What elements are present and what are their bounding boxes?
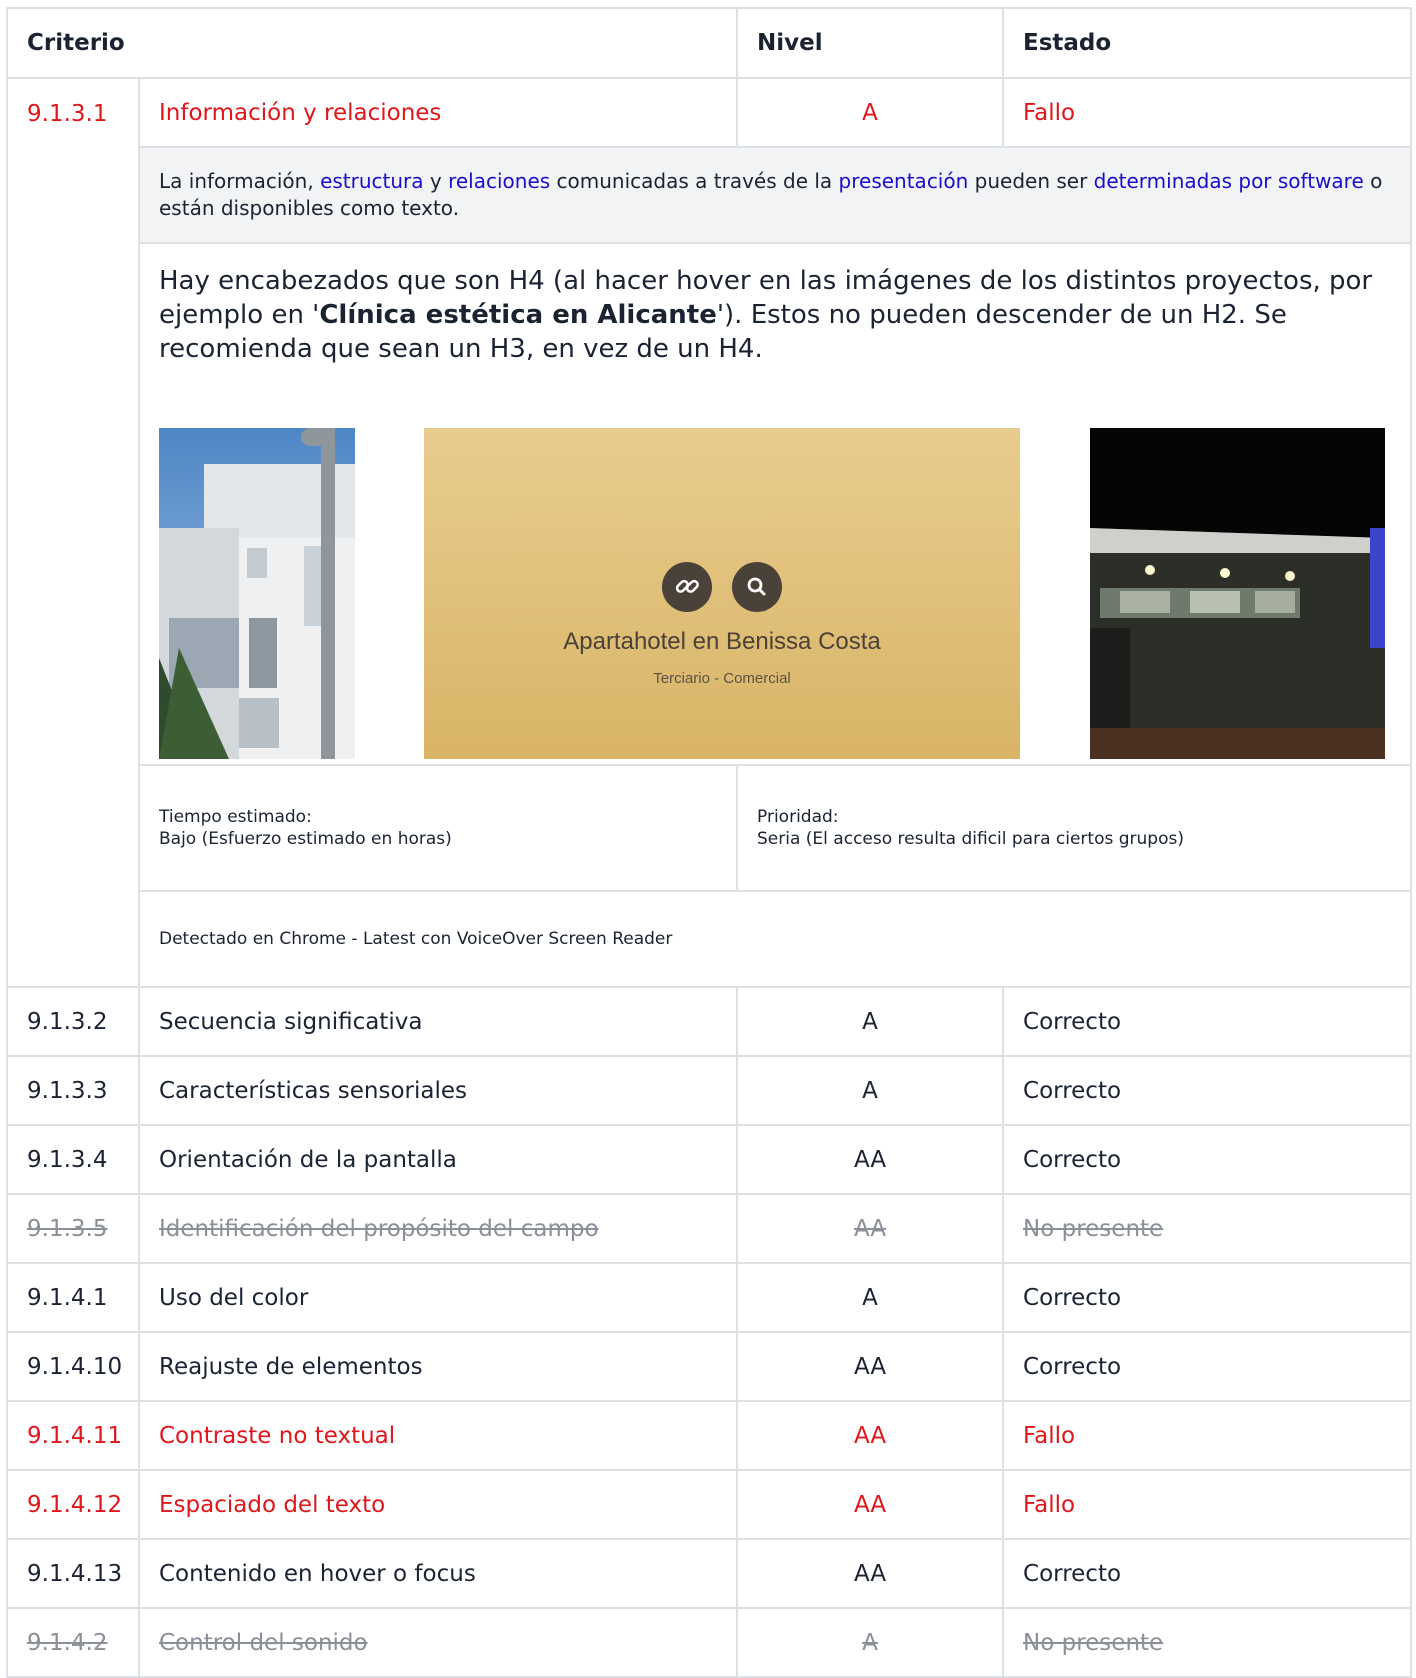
criterion-status: Fallo (1002, 77, 1413, 148)
table-header: Criterio Nivel Estado (5, 7, 1413, 79)
criterion-id: 9.1.3.1 (6, 77, 140, 988)
criterion-level: AA (736, 1400, 1005, 1471)
criterion-id: 9.1.3.3 (6, 1055, 140, 1126)
criterion-level: A (736, 1055, 1005, 1126)
desc-text: La información, (159, 169, 321, 193)
criterion-description: La información, estructura y relaciones … (137, 146, 1413, 244)
criterion-id: 9.1.3.2 (6, 986, 140, 1057)
criterion-name[interactable]: Características sensoriales (137, 1055, 739, 1126)
criteria-table-wrapper: Criterio Nivel Estado 9.1.3.1 Informació… (5, 7, 1413, 1678)
estimated-time-value: Bajo (Esfuerzo estimado en horas) (159, 829, 452, 849)
project-card-hover[interactable]: Apartahotel en Benissa Costa Terciario -… (424, 428, 1020, 759)
link-presentacion[interactable]: presentación (839, 169, 969, 193)
link-relaciones[interactable]: relaciones (448, 169, 550, 193)
table-row[interactable]: 9.1.4.1 Uso del color A Correcto (6, 1262, 1413, 1333)
criterion-name[interactable]: Información y relaciones (137, 77, 739, 148)
table-row[interactable]: 9.1.4.13 Contenido en hover o focus AA C… (6, 1538, 1413, 1609)
criterion-status: Correcto (1002, 1124, 1413, 1195)
header-criterio: Criterio (5, 7, 739, 79)
criterion-status: Fallo (1002, 1469, 1413, 1540)
detected-environment: Detectado en Chrome - Latest con VoiceOv… (137, 890, 1413, 988)
priority-label: Prioridad: (757, 807, 839, 827)
table-row[interactable]: 9.1.3.5 Identificación del propósito del… (6, 1193, 1413, 1264)
criterion-name[interactable]: Control del sonido (137, 1607, 739, 1678)
criterion-level: AA (736, 1331, 1005, 1402)
detail-text: Hay encabezados que son H4 (al hacer hov… (159, 264, 1391, 366)
criterion-name[interactable]: Uso del color (137, 1262, 739, 1333)
criterion-detail-row: Hay encabezados que son H4 (al hacer hov… (7, 242, 1413, 766)
criterion-meta-row: Tiempo estimado: Bajo (Esfuerzo estimado … (7, 764, 1413, 892)
criterion-env-row: Detectado en Chrome - Latest con VoiceOv… (7, 890, 1413, 988)
project-card-subtitle: Terciario - Comercial (653, 670, 791, 687)
criterion-level: A (736, 986, 1005, 1057)
table-row[interactable]: 9.1.4.11 Contraste no textual AA Fallo (6, 1400, 1413, 1471)
criterion-name[interactable]: Reajuste de elementos (137, 1331, 739, 1402)
table-row[interactable]: 9.1.3.2 Secuencia significativa A Correc… (6, 986, 1413, 1057)
criterion-id: 9.1.4.1 (6, 1262, 140, 1333)
estimated-time-label: Tiempo estimado: (159, 807, 312, 827)
criterion-id: 9.1.4.12 (6, 1469, 140, 1540)
criterion-level: AA (736, 1469, 1005, 1540)
criterion-status: Correcto (1002, 1055, 1413, 1126)
criterion-name[interactable]: Orientación de la pantalla (137, 1124, 739, 1195)
criterion-status: Correcto (1002, 1331, 1413, 1402)
table-row[interactable]: 9.1.4.12 Espaciado del texto AA Fallo (6, 1469, 1413, 1540)
criterion-description-row: La información, estructura y relaciones … (7, 146, 1413, 244)
desc-text: pueden ser (968, 169, 1094, 193)
estimated-time: Tiempo estimado: Bajo (Esfuerzo estimado … (137, 764, 739, 892)
criterion-level: A (736, 1262, 1005, 1333)
criterion-id: 9.1.4.11 (6, 1400, 140, 1471)
table-row-expanded[interactable]: 9.1.3.1 Información y relaciones A Fallo (6, 77, 1413, 988)
criterion-status: Correcto (1002, 1262, 1413, 1333)
criterion-status: No presente (1002, 1193, 1413, 1264)
link-determinadas-por-software[interactable]: determinadas por software (1094, 169, 1364, 193)
desc-text: comunicadas a través de la (550, 169, 839, 193)
table-row[interactable]: 9.1.3.4 Orientación de la pantalla AA Co… (6, 1124, 1413, 1195)
criterion-name[interactable]: Contenido en hover o focus (137, 1538, 739, 1609)
header-estado: Estado (1002, 7, 1413, 79)
criterion-id: 9.1.4.13 (6, 1538, 140, 1609)
project-card-title: Apartahotel en Benissa Costa (563, 628, 881, 655)
table-row[interactable]: 9.1.4.10 Reajuste de elementos AA Correc… (6, 1331, 1413, 1402)
criterion-level: AA (736, 1538, 1005, 1609)
criterion-name[interactable]: Secuencia significativa (137, 986, 739, 1057)
header-nivel: Nivel (736, 7, 1005, 79)
criterion-status: Correcto (1002, 986, 1413, 1057)
criterion-name[interactable]: Contraste no textual (137, 1400, 739, 1471)
table-row[interactable]: 9.1.3.3 Características sensoriales A Co… (6, 1055, 1413, 1126)
criteria-table: Criterio Nivel Estado 9.1.3.1 Informació… (5, 7, 1413, 1678)
criterion-level: A (736, 1607, 1005, 1678)
criterion-status: No presente (1002, 1607, 1413, 1678)
criterion-level: AA (736, 1193, 1005, 1264)
building-photo (159, 428, 355, 759)
criterion-status: Fallo (1002, 1400, 1413, 1471)
criterion-status: Correcto (1002, 1538, 1413, 1609)
criterion-id: 9.1.4.10 (6, 1331, 140, 1402)
criterion-level: AA (736, 1124, 1005, 1195)
detail-text-bold: Clínica estética en Alicante (319, 300, 717, 330)
search-icon[interactable] (732, 562, 782, 612)
priority-value: Seria (El acceso resulta dificil para ci… (757, 829, 1184, 849)
desc-text: y (423, 169, 449, 193)
table-row[interactable]: 9.1.4.2 Control del sonido A No presente (6, 1607, 1413, 1678)
criterion-name[interactable]: Identificación del propósito del campo (137, 1193, 739, 1264)
night-building-photo (1090, 428, 1385, 759)
criterion-id: 9.1.3.4 (6, 1124, 140, 1195)
criterion-id: 9.1.3.5 (6, 1193, 140, 1264)
criterion-level: A (736, 77, 1005, 148)
criterion-detail: Hay encabezados que son H4 (al hacer hov… (137, 242, 1413, 766)
criterion-id: 9.1.4.2 (6, 1607, 140, 1678)
criterion-name[interactable]: Espaciado del texto (137, 1469, 739, 1540)
link-estructura[interactable]: estructura (320, 169, 423, 193)
screenshot-strip: Apartahotel en Benissa Costa Terciario -… (159, 366, 1391, 764)
link-icon[interactable] (662, 562, 712, 612)
priority: Prioridad: Seria (El acceso resulta dific… (736, 764, 1413, 892)
criteria-rows: 9.1.3.2 Secuencia significativa A Correc… (6, 986, 1413, 1678)
